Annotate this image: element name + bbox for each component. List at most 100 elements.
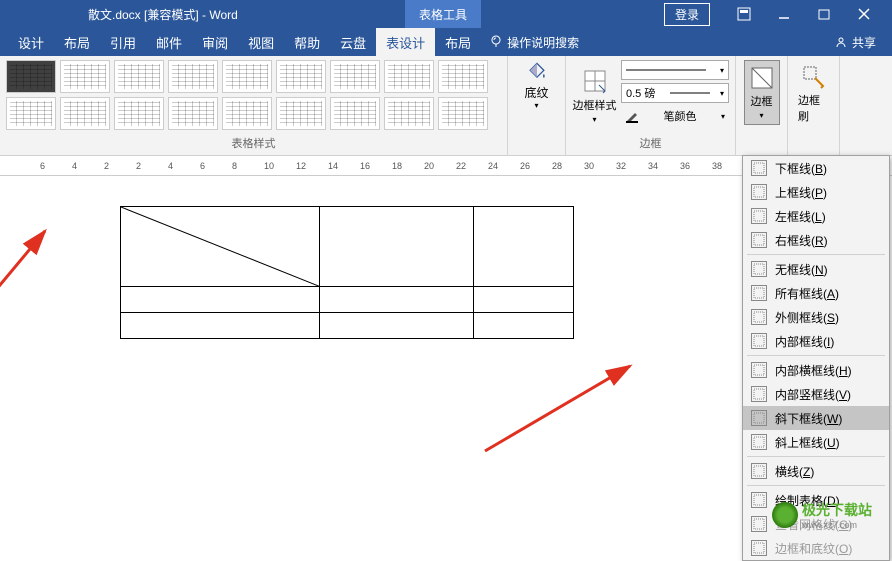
chevron-down-icon: ▾ — [721, 112, 725, 121]
group-label: 表格样式 — [6, 135, 501, 151]
borders-dropdown-button[interactable]: 边框 ▾ — [744, 60, 780, 125]
annotation-arrow — [0, 216, 70, 296]
group-border-button: 边框 ▾ — [736, 56, 788, 155]
group-borders-settings: 边框样式 ▾ ▾ 0.5 磅 ▾ 笔颜色 ▾ 边框 — [566, 56, 736, 155]
border-painter-button[interactable]: 边框刷 — [794, 60, 833, 128]
watermark-icon — [772, 502, 798, 528]
style-thumb[interactable] — [438, 60, 488, 93]
style-thumb[interactable] — [384, 97, 434, 130]
watermark-url: www.xz7.com — [802, 520, 872, 530]
menu-item-label: 内部框线(I) — [775, 333, 834, 350]
ribbon-tab[interactable]: 设计 — [8, 28, 54, 56]
table-cell[interactable] — [320, 313, 474, 339]
pen-color-button[interactable]: 笔颜色 ▾ — [621, 106, 729, 126]
ribbon-tab[interactable]: 布局 — [435, 28, 481, 56]
table-cell[interactable] — [121, 287, 320, 313]
style-thumb[interactable] — [276, 60, 326, 93]
menu-separator — [747, 254, 885, 255]
context-tab-table-tools[interactable]: 表格工具 — [405, 0, 481, 28]
table-cell[interactable] — [121, 313, 320, 339]
border-type-icon — [751, 410, 767, 426]
style-thumb[interactable] — [330, 97, 380, 130]
group-label: 边框 — [572, 135, 729, 151]
ribbon-options-icon[interactable] — [724, 0, 764, 28]
menu-item-label: 所有框线(A) — [775, 285, 839, 302]
border-menu-item[interactable]: 无框线(N) — [743, 257, 889, 281]
chevron-down-icon: ▾ — [592, 115, 596, 124]
ribbon-tab[interactable]: 云盘 — [330, 28, 376, 56]
style-thumb[interactable] — [168, 97, 218, 130]
ruler-mark: 2 — [104, 161, 109, 171]
border-menu-item[interactable]: 内部竖框线(V) — [743, 382, 889, 406]
tellme-search[interactable]: 操作说明搜索 — [489, 34, 579, 51]
menu-item-label: 边框和底纹(O) — [775, 540, 852, 557]
table-cell-diagonal[interactable] — [121, 207, 320, 287]
menu-item-label: 左框线(L) — [775, 208, 826, 225]
ribbon-tab[interactable]: 视图 — [238, 28, 284, 56]
document-table[interactable] — [120, 206, 574, 339]
style-thumb[interactable] — [114, 60, 164, 93]
border-menu-item[interactable]: 上框线(P) — [743, 180, 889, 204]
border-menu-item[interactable]: 下框线(B) — [743, 156, 889, 180]
border-weight-selector[interactable]: 0.5 磅 ▾ — [621, 83, 729, 103]
style-thumb[interactable] — [60, 97, 110, 130]
style-thumb[interactable] — [6, 60, 56, 93]
border-menu-item[interactable]: 内部横框线(H) — [743, 358, 889, 382]
close-icon[interactable] — [844, 0, 884, 28]
border-menu-item[interactable]: 所有框线(A) — [743, 281, 889, 305]
maximize-icon[interactable] — [804, 0, 844, 28]
style-thumb[interactable] — [114, 97, 164, 130]
shading-button[interactable]: 底纹 ▾ — [517, 60, 557, 110]
border-type-icon — [751, 285, 767, 301]
minimize-icon[interactable] — [764, 0, 804, 28]
ruler-mark: 30 — [584, 161, 594, 171]
table-cell[interactable] — [320, 207, 474, 287]
border-type-icon — [751, 434, 767, 450]
chevron-down-icon: ▾ — [534, 101, 538, 110]
ruler-mark: 34 — [648, 161, 658, 171]
titlebar: 散文.docx [兼容模式] - Word 表格工具 登录 — [0, 0, 892, 28]
table-styles-gallery[interactable] — [6, 60, 501, 130]
ruler-mark: 8 — [232, 161, 237, 171]
menu-item-label: 外侧框线(S) — [775, 309, 839, 326]
border-line-style-selector[interactable]: ▾ — [621, 60, 729, 80]
style-thumb[interactable] — [168, 60, 218, 93]
style-thumb[interactable] — [222, 60, 272, 93]
group-border-brush: 边框刷 — [788, 56, 840, 155]
menu-item-label: 下框线(B) — [775, 160, 827, 177]
style-thumb[interactable] — [60, 60, 110, 93]
login-button[interactable]: 登录 — [664, 3, 710, 26]
table-cell[interactable] — [474, 287, 574, 313]
border-menu-item[interactable]: 横线(Z) — [743, 459, 889, 483]
ribbon-tab[interactable]: 表设计 — [376, 28, 435, 56]
menu-item-label: 无框线(N) — [775, 261, 828, 278]
share-button[interactable]: 共享 — [834, 34, 884, 51]
chevron-down-icon: ▾ — [759, 111, 763, 120]
style-thumb[interactable] — [330, 60, 380, 93]
border-type-icon — [751, 232, 767, 248]
menu-separator — [747, 355, 885, 356]
ribbon-tab[interactable]: 布局 — [54, 28, 100, 56]
border-type-icon — [751, 492, 767, 508]
table-cell[interactable] — [474, 207, 574, 287]
border-menu-item[interactable]: 斜上框线(U) — [743, 430, 889, 454]
style-thumb[interactable] — [6, 97, 56, 130]
table-cell[interactable] — [474, 313, 574, 339]
border-menu-item[interactable]: 右框线(R) — [743, 228, 889, 252]
style-thumb[interactable] — [438, 97, 488, 130]
border-menu-item[interactable]: 左框线(L) — [743, 204, 889, 228]
border-menu-item[interactable]: 斜下框线(W) — [743, 406, 889, 430]
border-style-button[interactable]: 边框样式 ▾ — [572, 60, 617, 130]
ribbon-tab[interactable]: 审阅 — [192, 28, 238, 56]
style-thumb[interactable] — [222, 97, 272, 130]
style-thumb[interactable] — [384, 60, 434, 93]
ribbon-tab[interactable]: 帮助 — [284, 28, 330, 56]
ribbon-content: 表格样式 底纹 ▾ 边框样式 ▾ ▾ 0.5 磅 — [0, 56, 892, 156]
table-cell[interactable] — [320, 287, 474, 313]
ribbon-tab[interactable]: 引用 — [100, 28, 146, 56]
ribbon-tab[interactable]: 邮件 — [146, 28, 192, 56]
border-menu-item[interactable]: 内部框线(I) — [743, 329, 889, 353]
border-menu-item[interactable]: 外侧框线(S) — [743, 305, 889, 329]
style-thumb[interactable] — [276, 97, 326, 130]
ruler-mark: 6 — [200, 161, 205, 171]
